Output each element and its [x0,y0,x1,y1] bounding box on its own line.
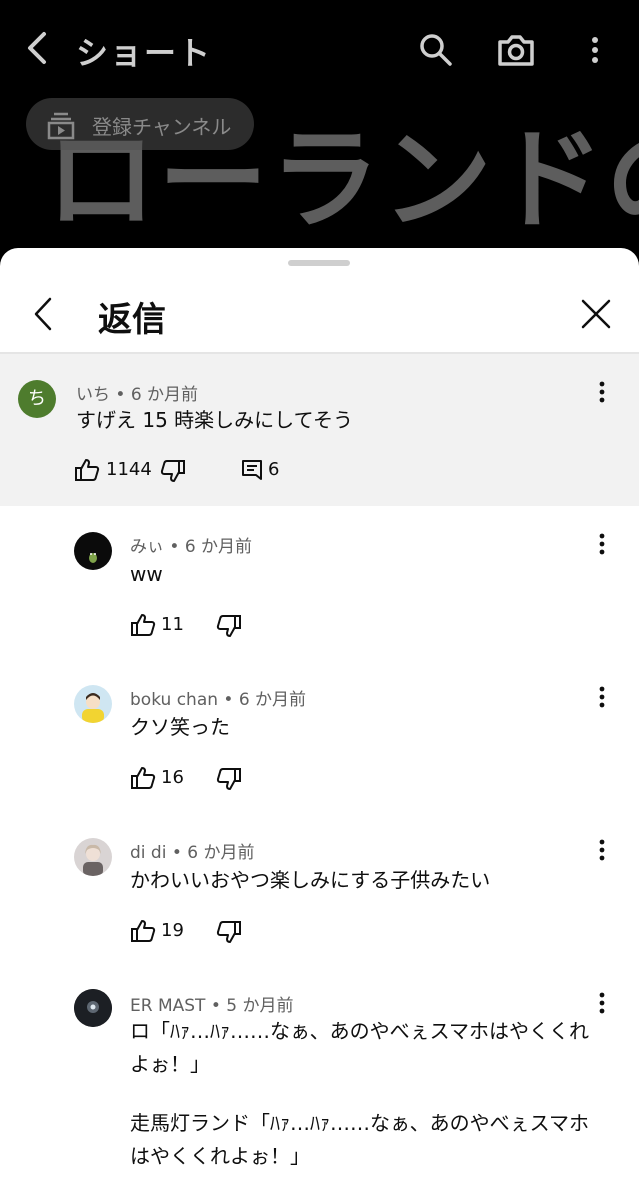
more-options-button[interactable] [582,30,608,70]
like-button[interactable] [130,918,156,944]
camera-icon [498,35,534,66]
replies-sheet: 返信 ち いち • 6 か月前 すげえ 15 時楽しみにしてそう 1144 6 … [0,248,639,1200]
comment-meta: いち • 6 か月前 [76,385,199,405]
comment-text: ww [130,562,163,586]
chevron-left-icon [28,32,46,64]
comment-text: すげえ 15 時楽しみにしてそう [76,408,353,432]
avatar-image-icon [89,553,97,563]
more-vert-icon [599,839,605,861]
reply-item: ER MAST • 5 か月前 ロ「ﾊｧ…ﾊｧ……なぁ、あのやべぇスマホはやくく… [0,977,639,1200]
like-count: 19 [161,920,184,941]
avatar[interactable]: ち [18,380,56,418]
more-vert-icon [599,992,605,1014]
avatar[interactable] [74,685,112,723]
comment-meta: ER MAST • 5 か月前 [130,996,294,1016]
reply-item: boku chan • 6 か月前 クソ笑った 16 [0,671,639,823]
drag-handle[interactable] [288,260,350,266]
like-count: 11 [161,614,184,635]
thumb-up-icon [131,767,156,789]
comment-menu-button[interactable] [592,683,612,711]
more-vert-icon [599,381,605,403]
chevron-left-icon [34,297,52,331]
comment-text: クソ笑った [130,715,230,739]
dislike-button[interactable] [216,613,242,639]
avatar[interactable] [74,532,112,570]
like-button[interactable] [130,612,156,638]
back-button[interactable] [20,28,56,68]
thumb-up-icon [131,614,156,636]
reply-item: di di • 6 か月前 かわいいおやつ楽しみにする子供みたい 19 [0,824,639,976]
camera-button[interactable] [494,28,538,72]
dislike-button[interactable] [216,766,242,792]
avatar[interactable] [74,989,112,1027]
parent-comment: ち いち • 6 か月前 すげえ 15 時楽しみにしてそう 1144 6 [0,354,639,506]
search-button[interactable] [416,30,456,70]
comment-menu-button[interactable] [592,378,612,406]
subscriptions-icon [47,112,75,140]
comment-text-line: よぉ！」 [130,1052,210,1076]
sheet-title: 返信 [98,300,166,340]
sheet-back-button[interactable] [28,294,58,334]
thumb-down-icon [160,460,185,482]
like-count: 1144 [106,459,152,480]
thumb-up-icon [75,459,100,481]
comment-meta: di di • 6 か月前 [130,843,255,863]
comment-icon [242,460,262,480]
more-vert-icon [599,686,605,708]
like-button[interactable] [130,765,156,791]
comment-text: かわいいおやつ楽しみにする子供みたい [130,868,491,892]
comment-menu-button[interactable] [592,530,612,558]
top-bar: ショート [0,0,639,100]
reply-count: 6 [268,459,280,480]
comment-text-line: はやくくれよぉ！」 [130,1144,310,1168]
avatar[interactable] [74,838,112,876]
avatar-image-icon [74,989,112,1027]
avatar-image-icon [82,693,104,723]
like-button[interactable] [74,457,100,483]
comment-menu-button[interactable] [592,836,612,864]
search-icon [420,34,452,66]
thumb-down-icon [216,921,241,943]
page-title: ショート [76,34,213,72]
comment-menu-button[interactable] [592,989,612,1017]
dislike-button[interactable] [160,458,186,484]
comment-meta: みぃ • 6 か月前 [130,537,253,557]
reply-button[interactable] [240,458,266,484]
dislike-button[interactable] [216,919,242,945]
thumb-down-icon [216,615,241,637]
comment-meta: boku chan • 6 か月前 [130,690,307,710]
like-count: 16 [161,767,184,788]
more-vert-icon [592,37,598,63]
subscriptions-chip-label: 登録チャンネル [92,115,232,139]
thumb-up-icon [131,920,156,942]
close-button[interactable] [578,296,614,332]
avatar-image-icon [83,844,103,876]
close-icon [581,299,611,329]
subscriptions-chip[interactable]: 登録チャンネル [26,98,254,150]
comment-text-line: ロ「ﾊｧ…ﾊｧ……なぁ、あのやべぇスマホはやくくれ [130,1019,589,1043]
more-vert-icon [599,533,605,555]
comment-text-line: 走馬灯ランド「ﾊｧ…ﾊｧ……なぁ、あのやべぇスマホ [130,1111,589,1135]
reply-item: みぃ • 6 か月前 ww 11 [0,518,639,670]
thumb-down-icon [216,768,241,790]
